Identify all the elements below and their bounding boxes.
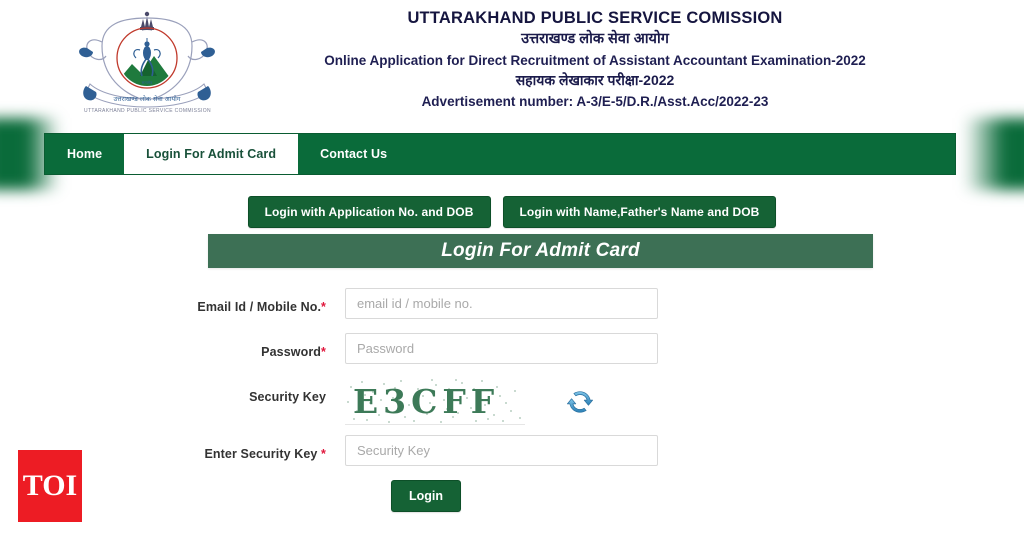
nav-item-contact-us[interactable]: Contact Us bbox=[298, 134, 409, 174]
enter-security-key-required-mark: * bbox=[321, 447, 326, 461]
email-field-label: Email Id / Mobile No.* bbox=[0, 288, 345, 314]
login-mode-buttons: Login with Application No. and DOB Login… bbox=[0, 196, 1024, 228]
password-field-control bbox=[345, 333, 1024, 364]
enter-security-key-control bbox=[345, 435, 1024, 466]
exam-title-hindi: सहायक लेखाकार परीक्षा-2022 bbox=[515, 72, 675, 88]
right-edge-bleed bbox=[964, 118, 1024, 190]
panel-title: Login For Admit Card bbox=[441, 240, 640, 261]
refresh-icon[interactable] bbox=[565, 387, 595, 417]
panel-header: Login For Admit Card bbox=[208, 234, 873, 268]
login-form: Email Id / Mobile No.* Password* Securit… bbox=[0, 288, 1024, 512]
captcha-text: E3CFF bbox=[353, 382, 500, 421]
email-required-mark: * bbox=[321, 300, 326, 314]
password-field-label: Password* bbox=[0, 333, 345, 359]
email-label-text: Email Id / Mobile No. bbox=[197, 300, 322, 314]
svg-text:सत्यमेव: सत्यमेव bbox=[142, 80, 154, 85]
header-titles: UTTARAKHAND PUBLIC SERVICE COMISSION उत्… bbox=[245, 8, 945, 111]
email-field-row: Email Id / Mobile No.* bbox=[0, 288, 1024, 319]
nav-item-login-for-admit-card[interactable]: Login For Admit Card bbox=[124, 134, 299, 174]
main-navigation: Home Login For Admit Card Contact Us bbox=[44, 133, 956, 175]
enter-security-key-row: Enter Security Key * bbox=[0, 435, 1024, 466]
enter-security-key-label-text: Enter Security Key bbox=[204, 447, 318, 461]
toi-watermark-label: TOI bbox=[22, 469, 78, 502]
advertisement-number: Advertisement number: A-3/E-5/D.R./Asst.… bbox=[421, 94, 769, 109]
password-field-row: Password* bbox=[0, 333, 1024, 364]
emblem-caption: UTTARAKHAND PUBLIC SERVICE COMMISSION bbox=[84, 108, 211, 114]
email-input[interactable] bbox=[345, 288, 658, 319]
login-with-application-no-button[interactable]: Login with Application No. and DOB bbox=[247, 196, 491, 228]
security-key-row: Security Key E3CFF bbox=[0, 378, 1024, 425]
security-key-input[interactable] bbox=[345, 435, 658, 466]
password-input[interactable] bbox=[345, 333, 658, 364]
login-with-name-father-name-button[interactable]: Login with Name,Father's Name and DOB bbox=[502, 196, 777, 228]
security-key-label: Security Key bbox=[249, 390, 326, 404]
emblem-icon: सत्यमेव उत्तराखण्ड लोक सेवा आयोग bbox=[62, 6, 232, 124]
svg-text:उत्तराखण्ड लोक सेवा आयोग: उत्तराखण्ड लोक सेवा आयोग bbox=[113, 95, 180, 103]
page-root: सत्यमेव उत्तराखण्ड लोक सेवा आयोग UTTARAK… bbox=[0, 0, 1024, 556]
login-button[interactable]: Login bbox=[391, 480, 462, 512]
exam-title-english: Online Application for Direct Recruitmen… bbox=[324, 53, 866, 68]
nav-item-home[interactable]: Home bbox=[45, 134, 124, 174]
password-required-mark: * bbox=[321, 345, 326, 359]
security-key-control: E3CFF bbox=[345, 378, 1024, 425]
submit-row: Login bbox=[0, 480, 1024, 512]
toi-watermark: TOI bbox=[18, 450, 82, 522]
email-field-control bbox=[345, 288, 1024, 319]
org-name-english: UTTARAKHAND PUBLIC SERVICE COMISSION bbox=[407, 9, 783, 27]
page-header: सत्यमेव उत्तराखण्ड लोक सेवा आयोग UTTARAK… bbox=[0, 0, 1024, 128]
password-label-text: Password bbox=[261, 345, 322, 359]
org-name-hindi: उत्तराखण्ड लोक सेवा आयोग bbox=[521, 31, 669, 47]
captcha-image: E3CFF bbox=[345, 378, 525, 425]
